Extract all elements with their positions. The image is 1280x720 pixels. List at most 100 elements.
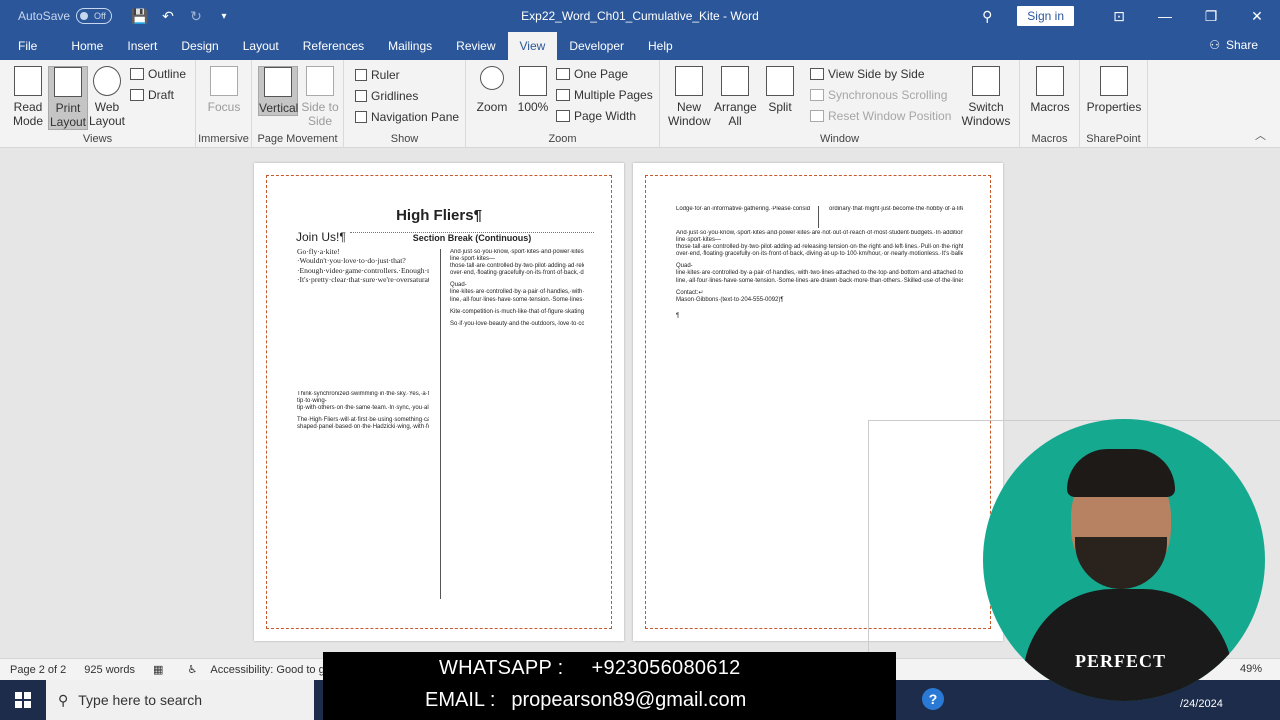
whatsapp-number: +923056080612	[591, 657, 741, 679]
side-to-side-button[interactable]: Side to Side	[300, 66, 340, 128]
window-group-label: Window	[819, 133, 860, 145]
accessibility-status[interactable]: ♿ Accessibility: Good to go	[177, 663, 330, 676]
print-layout-button[interactable]: Print Layout	[48, 66, 88, 130]
sharepoint-group: Properties SharePoint	[1080, 60, 1148, 148]
tab-file[interactable]: File	[0, 32, 59, 60]
tab-help[interactable]: Help	[636, 32, 685, 60]
tab-home[interactable]: Home	[59, 32, 115, 60]
help-app-icon[interactable]: ?	[922, 688, 944, 710]
focus-button[interactable]: Focus	[204, 66, 244, 114]
person-beard	[1075, 537, 1167, 589]
ribbon: Read Mode Print Layout Web Layout Outlin…	[0, 60, 1280, 148]
magnifier-icon	[480, 66, 504, 90]
search-icon[interactable]: ⚲	[973, 8, 1001, 25]
tab-developer[interactable]: Developer	[557, 32, 636, 60]
page-1[interactable]: High Fliers¶ Join Us!¶ Section Break (Co…	[254, 163, 624, 641]
ruler-checkbox[interactable]: Ruler	[355, 68, 400, 82]
tab-review[interactable]: Review	[444, 32, 507, 60]
join-us-heading: Join Us!¶	[296, 230, 346, 244]
autosave-toggle[interactable]: Off	[76, 8, 113, 24]
multiple-pages-button[interactable]: Multiple Pages	[556, 88, 653, 102]
gridlines-checkbox[interactable]: Gridlines	[355, 89, 418, 103]
search-icon: ⚲	[58, 691, 69, 708]
page-width-button[interactable]: Page Width	[556, 109, 636, 123]
properties-button[interactable]: Properties	[1084, 66, 1144, 114]
zoom-level[interactable]: 49%	[1240, 663, 1262, 675]
word-count[interactable]: 925 words	[84, 664, 135, 676]
ribbon-display-icon[interactable]: ⊡	[1096, 8, 1142, 25]
page1-col1-intro: Go·fly·a·kite!·Wouldn't·you·love·to·do·j…	[297, 247, 429, 385]
new-window-button[interactable]: New Window	[668, 66, 711, 128]
proofing-icon[interactable]: ▦	[153, 663, 163, 676]
document-heading: High Fliers¶	[396, 207, 482, 224]
tab-view[interactable]: View	[507, 32, 558, 60]
contact-banner: WHATSAPP : +923056080612 EMAIL : propearso…	[323, 652, 896, 720]
views-group: Read Mode Print Layout Web Layout Outlin…	[0, 60, 196, 148]
sharepoint-group-label: SharePoint	[1086, 133, 1141, 145]
show-group-label: Show	[390, 133, 419, 145]
paragraph: Think·synchronized·swimming·in·the·sky.·…	[297, 391, 429, 412]
collapse-ribbon-icon[interactable]: ︿	[1255, 127, 1266, 143]
read-mode-icon	[14, 66, 42, 96]
page1-col2: And·just·so·you·know,·sport·kites·and·po…	[450, 249, 584, 611]
undo-icon[interactable]: ↶	[154, 8, 182, 25]
gridlines-check[interactable]	[355, 90, 367, 102]
customize-toolbar-icon[interactable]: ▾	[210, 11, 238, 22]
redo-icon[interactable]: ↻	[182, 8, 210, 25]
tab-design[interactable]: Design	[169, 32, 230, 60]
share-button[interactable]: ⚇ Share	[1209, 38, 1258, 52]
vertical-button[interactable]: Vertical	[258, 66, 298, 116]
taskbar-search[interactable]: ⚲ Type here to search	[46, 680, 314, 720]
save-icon[interactable]: 💾	[126, 8, 154, 25]
view-side-by-side-button[interactable]: View Side by Side	[810, 67, 925, 81]
tab-mailings[interactable]: Mailings	[376, 32, 444, 60]
split-button[interactable]: Split	[760, 66, 800, 114]
immersive-group: Focus Immersive	[196, 60, 252, 148]
share-icon: ⚇	[1209, 38, 1220, 52]
read-mode-button[interactable]: Read Mode	[8, 66, 48, 128]
paragraph: And·just·so·you·know,·sport·kites·and·po…	[676, 230, 963, 258]
zoom-100-icon	[519, 66, 547, 96]
start-button[interactable]	[0, 680, 46, 720]
navigation-pane-check[interactable]	[355, 111, 367, 123]
reset-window-icon	[810, 110, 824, 122]
navigation-pane-checkbox[interactable]: Navigation Pane	[355, 110, 459, 124]
ruler-check[interactable]	[355, 69, 367, 81]
restore-icon[interactable]: ❐	[1188, 8, 1234, 25]
whatsapp-line: WHATSAPP : +923056080612	[439, 657, 741, 680]
sign-in-button[interactable]: Sign in	[1017, 6, 1074, 26]
arrange-all-icon	[721, 66, 749, 96]
side-to-side-icon	[306, 66, 334, 96]
synchronous-scrolling-button[interactable]: Synchronous Scrolling	[810, 88, 947, 102]
zoom-100-button[interactable]: 100%	[513, 66, 553, 114]
page-count[interactable]: Page 2 of 2	[10, 664, 66, 676]
page-width-icon	[556, 110, 570, 122]
macros-button[interactable]: Macros	[1030, 66, 1070, 114]
multiple-pages-icon	[556, 89, 570, 101]
paragraph: Go·fly·a·kite!·Wouldn't·you·love·to·do·j…	[297, 247, 429, 284]
share-label: Share	[1225, 38, 1258, 52]
paragraph: Quad-line·kites·are·controlled·by·a·pair…	[676, 263, 963, 284]
tab-layout[interactable]: Layout	[231, 32, 291, 60]
autosave-control[interactable]: AutoSave Off	[18, 8, 113, 24]
web-layout-icon	[93, 66, 121, 96]
whatsapp-label: WHATSAPP :	[439, 657, 564, 679]
switch-windows-button[interactable]: Switch Windows	[958, 66, 1014, 128]
zoom-button[interactable]: Zoom	[472, 66, 512, 114]
draft-button[interactable]: Draft	[130, 88, 174, 102]
web-layout-button[interactable]: Web Layout	[87, 66, 127, 128]
tab-references[interactable]: References	[291, 32, 376, 60]
one-page-button[interactable]: One Page	[556, 67, 628, 81]
close-icon[interactable]: ✕	[1234, 8, 1280, 25]
side-by-side-icon	[810, 68, 824, 80]
arrange-all-button[interactable]: Arrange All	[714, 66, 757, 128]
outline-button[interactable]: Outline	[130, 67, 186, 81]
page2-col1-top: Lodge·for·an·informative·gathering.·Plea…	[676, 206, 810, 230]
contact-line: Contact:↵	[676, 289, 704, 296]
reset-window-position-button[interactable]: Reset Window Position	[810, 109, 951, 123]
window-group: New Window Arrange All Split View Side b…	[660, 60, 1020, 148]
minimize-icon[interactable]: —	[1142, 8, 1188, 24]
tab-insert[interactable]: Insert	[115, 32, 169, 60]
one-page-icon	[556, 68, 570, 80]
word-window: AutoSave Off 💾 ↶ ↻ ▾ Exp22_Word_Ch01_Cum…	[0, 0, 1280, 720]
